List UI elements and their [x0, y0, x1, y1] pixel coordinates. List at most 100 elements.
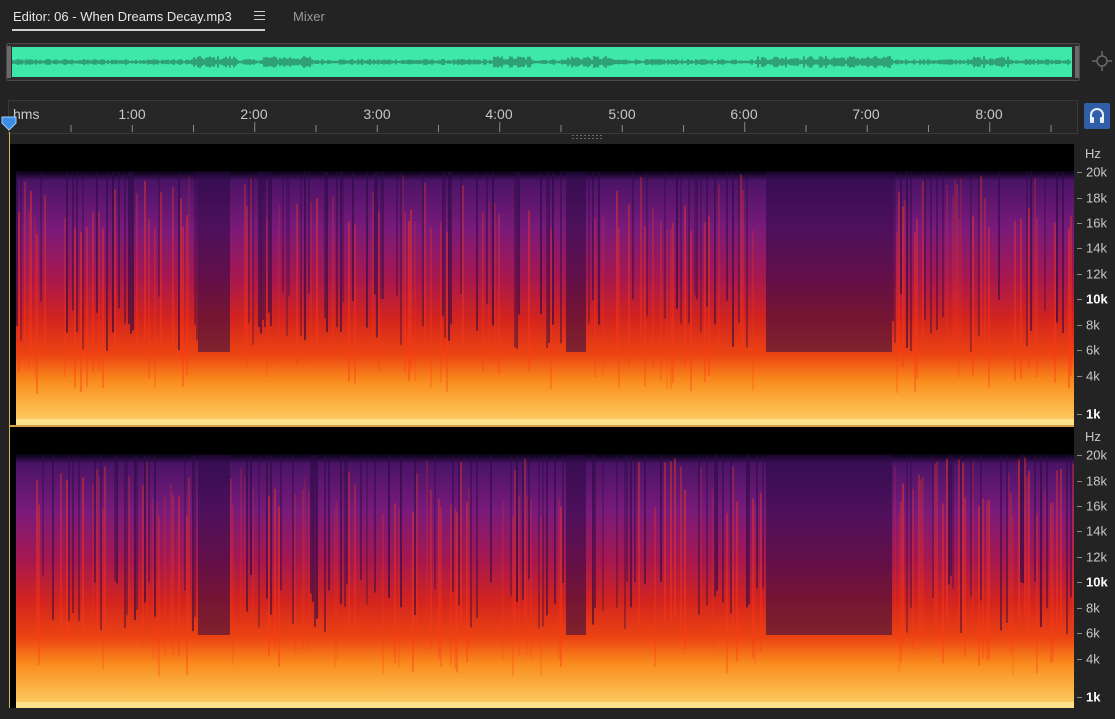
spectrogram-column: [310, 455, 312, 594]
spectrogram-column: [948, 455, 950, 585]
spectrogram-column: [970, 172, 972, 352]
spectrogram-column: [784, 172, 786, 352]
spectrogram-column: [66, 172, 68, 333]
spectrogram-column: [182, 226, 184, 387]
spectrogram-column: [812, 455, 814, 635]
spectrogram-column: [490, 455, 492, 583]
spectrogram-column: [594, 217, 596, 378]
spectrogram-column: [762, 455, 764, 589]
spectrogram-column: [654, 507, 656, 668]
tab-mixer[interactable]: Mixer: [293, 9, 325, 24]
spectrogram-column: [676, 172, 678, 309]
spectrogram-column: [584, 455, 586, 635]
spectrogram-column: [582, 455, 584, 635]
spectrogram-right-channel[interactable]: [10, 427, 1074, 708]
spectrogram-column: [212, 172, 214, 352]
spectrogram-column: [852, 172, 854, 352]
spectrogram-column: [366, 172, 368, 328]
spectrogram-column: [1056, 470, 1058, 631]
spectrogram-column: [930, 172, 932, 334]
overview-left-handle[interactable]: [7, 46, 11, 78]
spectrogram-column: [442, 172, 444, 316]
spectrogram-column: [812, 172, 814, 352]
spectrogram-column: [558, 499, 560, 660]
spectrogram-column: [834, 455, 836, 635]
spectrogram-column: [336, 501, 338, 662]
frequency-axis-left-channel[interactable]: Hz 20k 18k 16k 14k 12k 10k 8k 6k 4k 1k: [1076, 144, 1115, 425]
spectrogram-column: [1028, 471, 1030, 632]
spectrogram-column: [220, 455, 222, 635]
spectrogram-column: [958, 459, 960, 620]
frequency-tick-mark: [1077, 582, 1082, 583]
spectrogram-column: [180, 198, 182, 359]
spectrogram-column: [998, 172, 1000, 300]
spectrogram-column: [718, 184, 720, 345]
spectrogram-column: [876, 455, 878, 635]
spectrogram-column: [360, 455, 362, 581]
spectrogram-column: [114, 455, 116, 582]
frequency-tick-mark: [1077, 223, 1082, 224]
spectrogram-column: [228, 172, 230, 352]
hamburger-menu-icon[interactable]: [254, 11, 265, 21]
spectrogram-column: [52, 455, 54, 620]
spectrogram-column: [770, 172, 772, 352]
overview-waveform[interactable]: [6, 43, 1080, 81]
overview-right-handle[interactable]: [1075, 46, 1079, 78]
spectrogram-column: [950, 455, 952, 576]
spectrogram-column: [448, 172, 450, 341]
spectrogram-column: [800, 172, 802, 352]
spectrogram-column: [766, 172, 768, 352]
spectrogram-column: [848, 172, 850, 352]
spectrogram-column: [424, 182, 426, 343]
spectrogram-column: [518, 495, 520, 656]
spectrogram-column: [194, 172, 196, 325]
spectrogram-column: [156, 502, 158, 663]
spectrogram-column: [308, 490, 310, 651]
tab-editor[interactable]: Editor: 06 - When Dreams Decay.mp3: [13, 9, 232, 24]
spectrogram-column: [576, 455, 578, 635]
spectrogram-column: [918, 474, 920, 635]
spectrogram-column: [146, 461, 148, 622]
ruler-ticks: [70, 122, 1052, 132]
spectrogram-column: [598, 172, 600, 325]
time-ruler[interactable]: hms 1:00 2:00 3:00 4:00 5:00 6:00 7:00 8…: [8, 100, 1078, 134]
spectrogram-column: [366, 455, 368, 605]
spectrogram-column: [772, 172, 774, 352]
spectrogram-column: [876, 172, 878, 352]
spectrogram-column: [988, 499, 990, 660]
spectrogram-column: [258, 455, 260, 628]
spectrogram-column: [910, 172, 912, 352]
spectrogram-column: [396, 172, 398, 297]
crosshair-icon[interactable]: [1091, 50, 1113, 72]
spectrogram-column: [1026, 172, 1028, 347]
spectrogram-column: [1008, 473, 1010, 634]
resize-grip-icon[interactable]: [572, 135, 604, 139]
spectrogram-column: [980, 455, 982, 601]
spectrogram-column: [516, 455, 518, 602]
spectrogram-column: [630, 455, 632, 608]
spectrogram-column: [244, 477, 246, 638]
spectrogram-column: [270, 455, 272, 615]
spectrogram-column: [218, 172, 220, 352]
spectrogram-column: [568, 455, 570, 635]
frequency-axis-right-channel[interactable]: Hz 20k 18k 16k 14k 12k 10k 8k 6k 4k 1k: [1076, 427, 1115, 708]
spectrogram-column: [398, 508, 400, 669]
monitor-headphones-button[interactable]: [1084, 103, 1110, 129]
spectrogram-column: [616, 191, 618, 352]
spectrogram-column: [952, 455, 954, 589]
spectrogram-column: [462, 185, 464, 346]
spectrogram-column: [900, 502, 902, 663]
spectrogram-column: [476, 172, 478, 331]
spectrogram-left-channel[interactable]: [10, 144, 1074, 425]
spectrogram-column: [1054, 222, 1056, 383]
spectrogram-column: [188, 477, 190, 638]
spectrogram-column: [1024, 457, 1026, 618]
spectrogram-column: [776, 455, 778, 635]
spectrogram-column: [884, 172, 886, 352]
playhead-marker-icon[interactable]: [1, 115, 17, 131]
spectrogram-column: [202, 172, 204, 352]
spectrogram-column: [886, 455, 888, 635]
spectrogram-column: [310, 202, 312, 363]
spectrogram-column: [866, 455, 868, 635]
spectrogram-column: [846, 172, 848, 352]
